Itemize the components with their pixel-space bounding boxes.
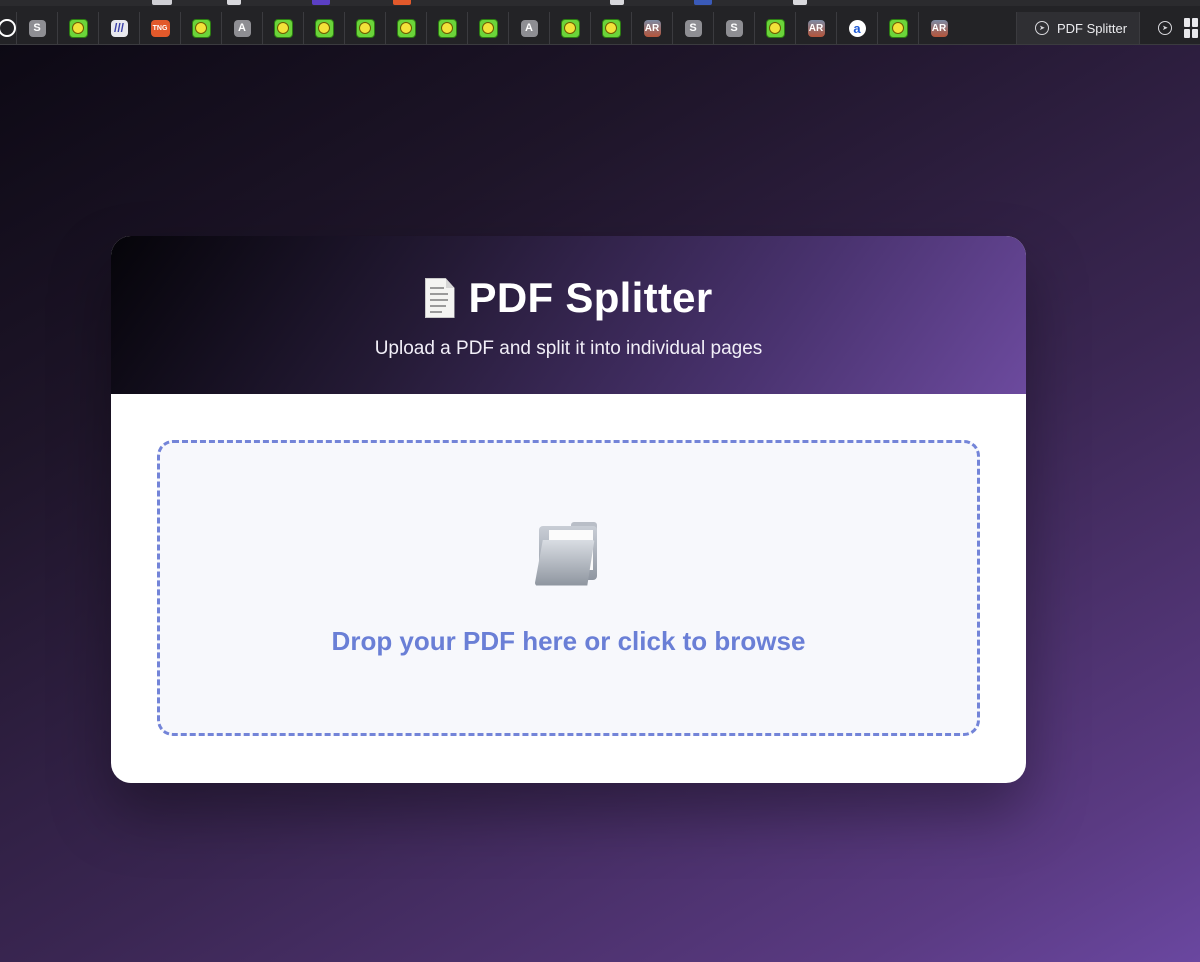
smiley-icon (314, 18, 334, 38)
letter-s-icon: S (725, 19, 743, 37)
pinned-tab[interactable] (549, 12, 590, 44)
pinned-tab[interactable]: S (16, 12, 57, 44)
pinned-tab[interactable] (877, 12, 918, 44)
smiley-icon (601, 18, 621, 38)
tab-strip-top-edge (0, 0, 1200, 6)
safari-pinned-icon (0, 19, 16, 37)
letter-a-icon: A (520, 19, 538, 37)
pinned-tab[interactable] (57, 12, 98, 44)
pinned-tab[interactable]: S (713, 12, 754, 44)
title-row: PDF Splitter (111, 236, 1026, 322)
card-header: PDF Splitter Upload a PDF and split it i… (111, 236, 1026, 394)
pinned-tab[interactable]: A (221, 12, 262, 44)
tab-title: PDF Splitter (1057, 20, 1128, 36)
pinned-tab[interactable] (385, 12, 426, 44)
letter-a-icon: A (233, 19, 251, 37)
pinned-tab[interactable]: a (836, 12, 877, 44)
pinned-tab[interactable] (426, 12, 467, 44)
browser-tab-strip: S /// TNG A A AR S S AR a AR ➤ PDF Splitter ➤ (0, 0, 1200, 45)
pinned-tab[interactable]: /// (98, 12, 139, 44)
pinned-tab[interactable] (180, 12, 221, 44)
smiley-icon (888, 18, 908, 38)
ar-logo-icon: AR (807, 19, 825, 37)
smiley-icon (437, 18, 457, 38)
letter-s-icon: S (684, 19, 702, 37)
folder-icon (534, 520, 603, 588)
tab-overview-icon[interactable] (1184, 18, 1200, 38)
smiley-icon (355, 18, 375, 38)
ar-logo-icon: AR (930, 19, 948, 37)
tng-logo-icon: TNG (150, 19, 170, 37)
pinned-tab[interactable] (344, 12, 385, 44)
pinned-tab[interactable] (590, 12, 631, 44)
compass-icon: ➤ (1035, 21, 1049, 35)
pinned-tab[interactable] (467, 12, 508, 44)
page-title: PDF Splitter (468, 274, 713, 321)
smiley-icon (765, 18, 785, 38)
bars-logo-icon: /// (110, 19, 128, 37)
smiley-icon (478, 18, 498, 38)
smiley-icon (68, 18, 88, 38)
pinned-tab[interactable]: AR (795, 12, 836, 44)
pinned-tab[interactable]: AR (631, 12, 672, 44)
pinned-tab[interactable] (754, 12, 795, 44)
page-subtitle: Upload a PDF and split it into individua… (374, 338, 763, 359)
dropzone-label: Drop your PDF here or click to browse (331, 625, 806, 656)
pinned-tab[interactable]: S (672, 12, 713, 44)
pinned-tab[interactable]: TNG (139, 12, 180, 44)
compass-icon: ➤ (1158, 21, 1172, 35)
pdf-splitter-card: PDF Splitter Upload a PDF and split it i… (111, 236, 1026, 783)
tab-active-pdf-splitter[interactable]: ➤ PDF Splitter (1016, 12, 1140, 44)
pinned-tab[interactable]: AR (918, 12, 959, 44)
pinned-tab[interactable] (303, 12, 344, 44)
smiley-icon (396, 18, 416, 38)
document-icon (424, 278, 455, 318)
smiley-icon (273, 18, 293, 38)
round-a-icon: a (848, 19, 866, 37)
pinned-tab[interactable] (262, 12, 303, 44)
ar-logo-icon: AR (643, 19, 661, 37)
card-body: Drop your PDF here or click to browse (111, 394, 1026, 736)
smiley-icon (560, 18, 580, 38)
pdf-dropzone[interactable]: Drop your PDF here or click to browse (157, 440, 980, 736)
tab-new-page[interactable]: ➤ (1150, 12, 1180, 44)
letter-s-icon: S (28, 19, 46, 37)
pinned-tab[interactable]: A (508, 12, 549, 44)
smiley-icon (191, 18, 211, 38)
